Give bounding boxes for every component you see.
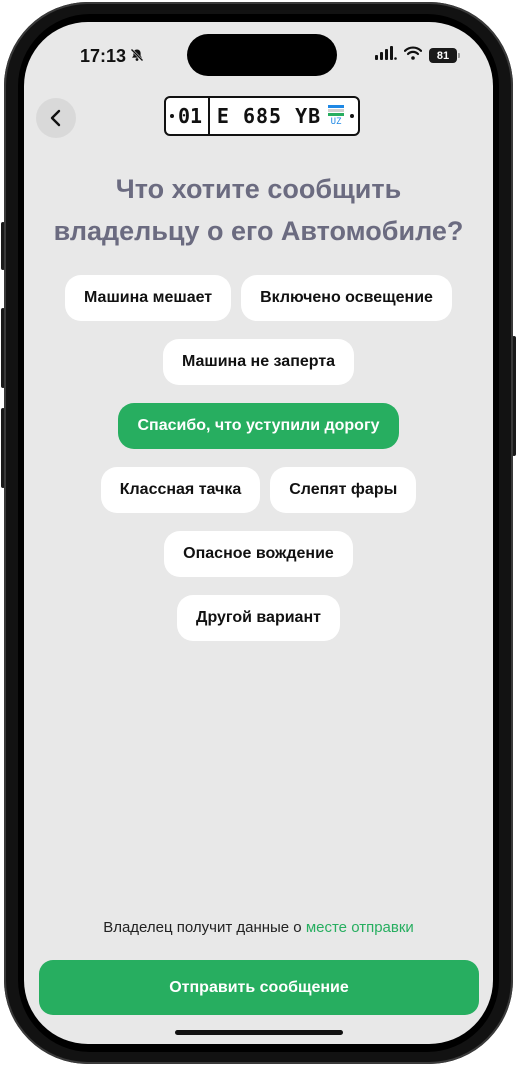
options-row-3: Спасибо, что уступили дорогу [24,403,493,449]
options-row-4: Классная тачка Слепят фары [24,467,493,513]
home-indicator[interactable] [175,1030,343,1035]
options-row-5: Опасное вождение [24,531,493,577]
bell-slash-icon [130,46,144,67]
send-message-button[interactable]: Отправить сообщение [39,960,479,1015]
plate-dot-left [170,114,174,118]
location-link[interactable]: месте отправки [306,919,414,936]
status-bar-time: 17:13 [80,46,144,67]
page-title-line1: Что хотите сообщить [115,174,402,204]
options-row-6: Другой вариант [24,595,493,641]
license-plate: 01 E 685 YB UZ [164,96,360,136]
option-chip-thanks-yield[interactable]: Спасибо, что уступили дорогу [118,403,399,449]
owner-note: Владелец получит данные о месте отправки [24,919,493,936]
plate-number: E 685 YB [216,104,322,128]
clock: 17:13 [80,46,127,66]
battery-level: 81 [436,49,450,62]
plate-region: 01 [178,98,211,134]
app-screen: 17:13 81 01 E 685 YB UZ Что хотите сообщ… [24,22,493,1044]
page-title-line2: владельцу о его Автомобиле? [53,216,464,246]
chevron-left-icon [50,109,61,127]
plate-country-code: UZ [330,117,342,127]
back-button[interactable] [36,98,76,138]
option-chip-car-unlocked[interactable]: Машина не заперта [162,339,355,385]
owner-note-text: Владелец получит данные о [103,919,302,936]
option-chip-other[interactable]: Другой вариант [177,595,340,641]
uz-flag-icon: UZ [328,105,344,127]
option-chip-cool-car[interactable]: Классная тачка [100,467,261,513]
wifi-icon [403,46,423,65]
message-options: Машина мешает Включено освещение Машина … [24,275,493,659]
option-chip-dangerous-driving[interactable]: Опасное вождение [164,531,353,577]
options-row-1: Машина мешает Включено освещение [24,275,493,321]
battery-icon: 81 [429,48,460,63]
dynamic-island [187,34,337,76]
options-row-2: Машина не заперта [24,339,493,385]
status-bar-right: 81 [375,46,460,65]
option-chip-blinding-lights[interactable]: Слепят фары [270,467,417,513]
page-title: Что хотите сообщить владельцу о его Авто… [24,168,493,252]
plate-dot-right [350,114,354,118]
option-chip-car-blocking[interactable]: Машина мешает [65,275,232,321]
signal-icon [375,46,397,65]
option-chip-lights-on[interactable]: Включено освещение [241,275,452,321]
